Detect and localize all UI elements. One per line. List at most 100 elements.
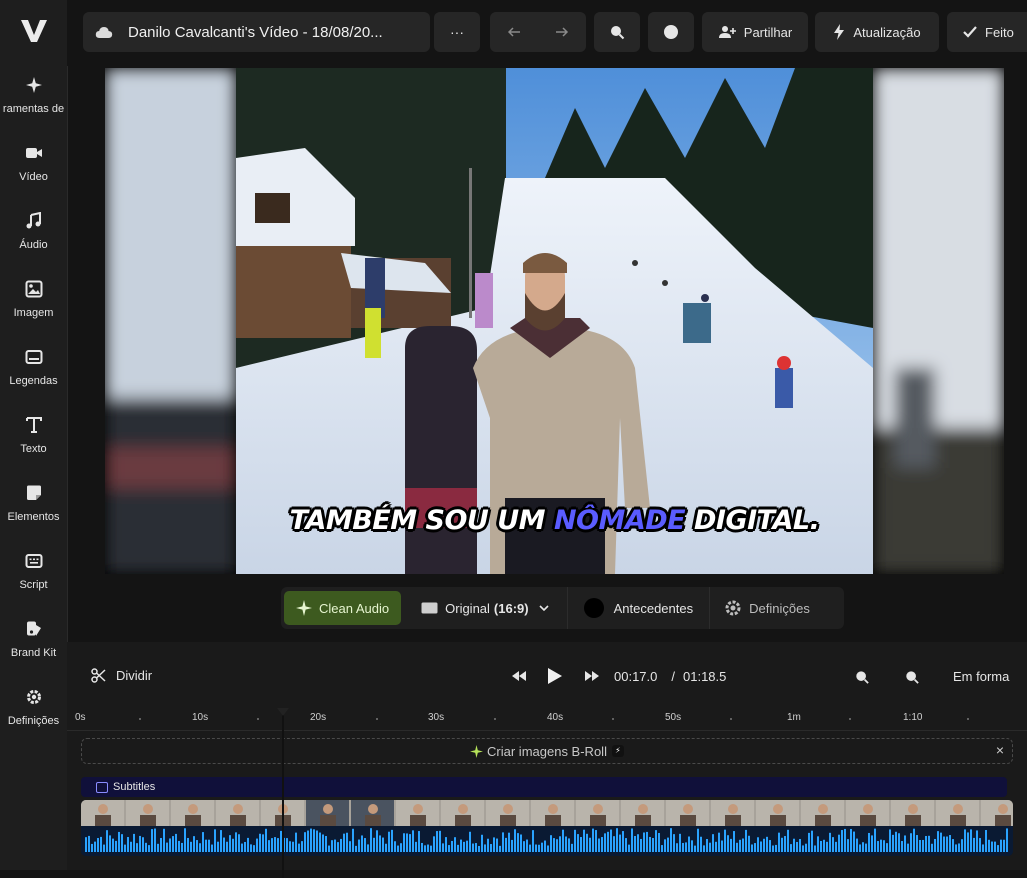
- play-icon[interactable]: [547, 667, 563, 685]
- captions-icon: [25, 350, 42, 364]
- text-icon: [25, 417, 42, 433]
- preview-controls: Clean Audio Original (16:9) Antecedentes…: [281, 587, 844, 629]
- split-label: Dividir: [116, 668, 153, 683]
- background-label: Antecedentes: [613, 600, 694, 616]
- sparkle-icon: [296, 600, 312, 616]
- sidebar-item-brand-kit[interactable]: Brand Kit: [0, 614, 67, 674]
- ruler-label: 50s: [665, 712, 682, 723]
- lightning-icon: [834, 24, 845, 40]
- sidebar-item-tools[interactable]: ramentas de: [0, 70, 67, 130]
- video-camera-icon: [25, 148, 42, 158]
- broll-label: Criar imagens B-Roll: [487, 743, 607, 759]
- video-thumbnails-waveform: [81, 800, 1013, 856]
- close-icon[interactable]: ×: [996, 742, 1004, 758]
- ruler-tick: [494, 718, 496, 720]
- circle-icon: [664, 25, 678, 39]
- sidebar-item-script[interactable]: Script: [0, 546, 67, 606]
- undo-icon[interactable]: [507, 26, 521, 38]
- more-options-button[interactable]: ···: [434, 12, 480, 52]
- sidebar-item-audio[interactable]: Áudio: [0, 206, 67, 266]
- scissors-icon: [91, 668, 106, 683]
- zoom-in-icon[interactable]: [905, 670, 919, 684]
- sidebar-item-settings[interactable]: Definições: [0, 682, 67, 742]
- sparkle-icon: [25, 77, 42, 93]
- app-logo-icon[interactable]: [20, 18, 48, 44]
- sidebar-item-label: Brand Kit: [10, 647, 57, 659]
- sidebar-item-video[interactable]: Vídeo: [0, 138, 67, 198]
- captions-icon: [96, 781, 108, 793]
- sidebar: ramentas de Vídeo Áudio Imagem Legendas: [0, 0, 68, 870]
- time-separator: /: [671, 669, 675, 684]
- sidebar-item-label: Legendas: [9, 375, 58, 387]
- caption-highlight-word: NÔMADE: [553, 505, 686, 536]
- fit-label: Em forma: [953, 669, 1010, 684]
- clean-audio-button[interactable]: Clean Audio: [284, 591, 402, 625]
- lightning-badge-icon: ⚡: [611, 745, 624, 757]
- project-title[interactable]: Danilo Cavalcanti's Vídeo - 18/08/20...: [128, 24, 383, 41]
- project-title-box[interactable]: Danilo Cavalcanti's Vídeo - 18/08/20...: [83, 12, 430, 52]
- sidebar-item-label: Definições: [7, 715, 60, 727]
- sidebar-item-label: Vídeo: [19, 171, 48, 183]
- sidebar-item-image[interactable]: Imagem: [0, 274, 67, 334]
- zoom-button[interactable]: [594, 12, 640, 52]
- gear-icon: [725, 600, 741, 616]
- split-button[interactable]: Dividir: [91, 668, 152, 683]
- video-frame-image: [105, 68, 1004, 574]
- current-time: 00:17.0: [614, 669, 658, 684]
- ruler-label: 1:10: [903, 712, 923, 723]
- sidebar-item-captions[interactable]: Legendas: [0, 342, 67, 402]
- sparkle-icon: [470, 744, 484, 758]
- ruler-label: 40s: [547, 712, 564, 723]
- chevron-down-icon: [539, 605, 549, 611]
- video-track[interactable]: [81, 800, 1013, 856]
- ruler-label: 10s: [192, 712, 209, 723]
- total-time: 01:18.5: [683, 669, 727, 684]
- playhead[interactable]: [282, 708, 284, 878]
- undo-redo-group: [490, 12, 586, 52]
- sidebar-item-label: Imagem: [13, 307, 54, 319]
- sidebar-item-text[interactable]: Texto: [0, 410, 67, 470]
- create-broll-bar[interactable]: Criar imagens B-Roll ⚡ ×: [81, 738, 1013, 764]
- aspect-ratio-dropdown[interactable]: Original (16:9): [401, 587, 566, 629]
- ruler-label: 20s: [310, 712, 327, 723]
- settings-button[interactable]: Definições: [710, 587, 824, 629]
- ruler-tick: [257, 718, 259, 720]
- playhead-handle[interactable]: [277, 708, 289, 716]
- aspect-original-label: Original: [445, 600, 490, 616]
- timeline-toolbar: Dividir 00:17.0 / 01:18.5 Em forma: [67, 642, 1027, 708]
- music-note-icon: [26, 212, 41, 229]
- fit-button[interactable]: Em forma: [953, 669, 1009, 684]
- share-button[interactable]: Partilhar: [702, 12, 808, 52]
- checkmark-icon: [963, 26, 977, 38]
- ruler-tick: [376, 718, 378, 720]
- subtitles-track[interactable]: Subtitles: [81, 777, 1007, 797]
- sidebar-item-label: Elementos: [7, 511, 60, 523]
- done-button[interactable]: Feito: [947, 12, 1027, 52]
- record-button[interactable]: [648, 12, 694, 52]
- update-button[interactable]: Atualização: [815, 12, 939, 52]
- ruler-label: 0s: [75, 712, 86, 723]
- gear-icon: [26, 690, 41, 704]
- cloud-icon: [95, 27, 113, 38]
- caption-text-after: DIGITAL.: [685, 505, 820, 536]
- sidebar-item-label: Texto: [20, 443, 47, 455]
- subtitle-caption[interactable]: TAMBÉM SOU UM NÔMADE DIGITAL.: [105, 505, 1004, 536]
- skip-forward-icon[interactable]: [585, 671, 599, 681]
- time-display: 00:17.0 / 01:18.5: [614, 669, 726, 684]
- background-button[interactable]: Antecedentes: [568, 587, 710, 629]
- zoom-out-icon[interactable]: [855, 670, 869, 684]
- video-preview[interactable]: TAMBÉM SOU UM NÔMADE DIGITAL.: [105, 68, 1004, 574]
- search-icon: [611, 26, 625, 40]
- elements-icon: [26, 485, 41, 500]
- sidebar-item-elements[interactable]: Elementos: [0, 478, 67, 538]
- sidebar-item-label: Script: [19, 579, 48, 591]
- aspect-ratio-icon: [421, 602, 438, 614]
- ruler-label: 30s: [428, 712, 445, 723]
- sidebar-item-label: Áudio: [19, 239, 48, 251]
- ruler-tick: [730, 718, 732, 720]
- skip-back-icon[interactable]: [512, 671, 526, 681]
- done-label: Feito: [985, 24, 1014, 40]
- redo-icon[interactable]: [555, 26, 569, 38]
- timeline-ruler[interactable]: 0s 10s 20s 30s 40s 50s 1m 1:10: [67, 708, 1027, 731]
- background-swatch-icon: [583, 598, 604, 618]
